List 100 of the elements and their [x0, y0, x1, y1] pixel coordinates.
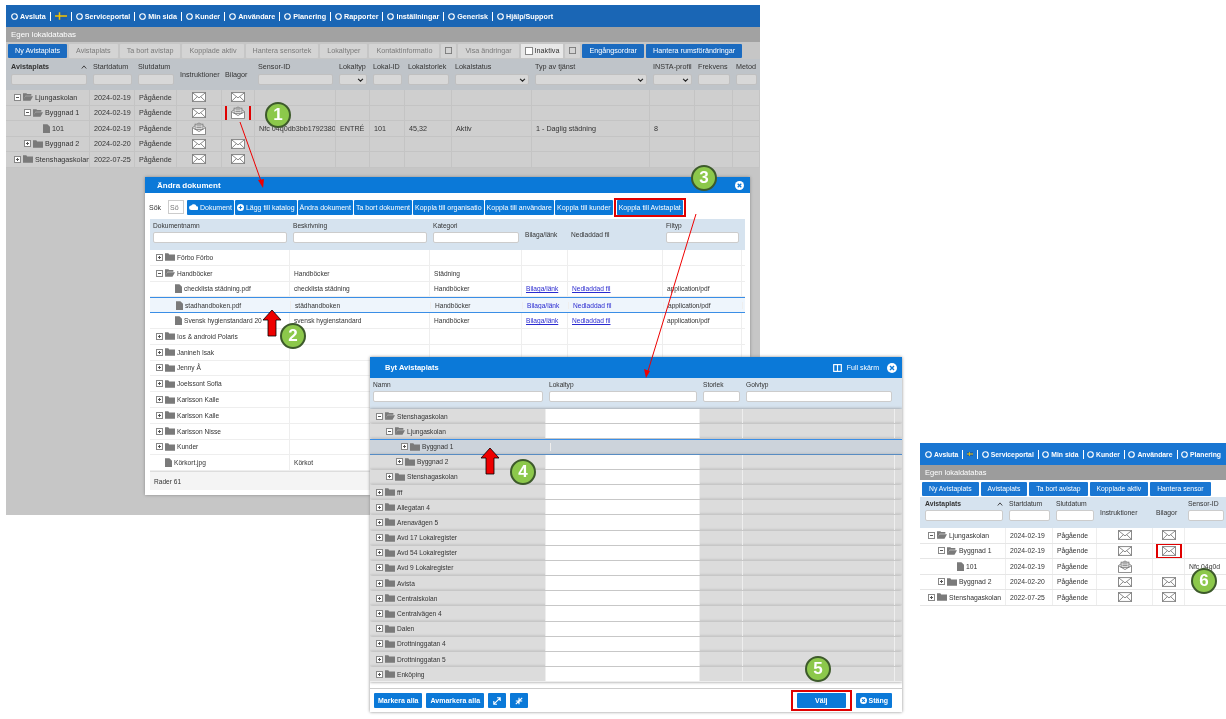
expand-toggle-icon[interactable] — [156, 348, 163, 356]
file-icon — [165, 458, 172, 468]
filter-field[interactable] — [293, 232, 427, 243]
columns-icon[interactable] — [832, 363, 842, 372]
expand-toggle-icon[interactable] — [376, 518, 383, 526]
ring-icon — [186, 12, 193, 20]
plus-circle-icon — [236, 203, 244, 211]
dialog-title: Ändra dokument — [157, 180, 221, 190]
expand-toggle-icon[interactable] — [14, 155, 21, 163]
expand-toggle-icon[interactable] — [156, 380, 163, 388]
envelope-icon[interactable] — [231, 92, 245, 103]
square-icon — [445, 47, 453, 54]
expand-toggle-icon[interactable] — [376, 655, 383, 663]
envelope-icon[interactable] — [1117, 576, 1132, 587]
expand-arrows-icon — [493, 696, 502, 705]
collapse-toggle-icon[interactable] — [24, 109, 31, 117]
filter-field[interactable] — [1009, 510, 1050, 521]
open-envelope-icon[interactable] — [231, 106, 245, 120]
filter-field[interactable] — [153, 232, 287, 243]
envelope-icon[interactable] — [1161, 530, 1176, 541]
expand-toggle-icon[interactable] — [401, 443, 408, 451]
filter-field[interactable] — [258, 74, 333, 85]
ring-icon — [448, 12, 456, 20]
collapse-all-button[interactable] — [510, 693, 529, 708]
collapse-toggle-icon[interactable] — [14, 93, 21, 101]
expand-toggle-icon[interactable] — [156, 443, 163, 451]
checkbox[interactable] — [524, 46, 533, 55]
open-envelope-icon[interactable] — [1117, 559, 1132, 573]
filter-field[interactable] — [666, 232, 739, 243]
collapse-toggle-icon[interactable] — [938, 547, 945, 555]
filter-field[interactable] — [736, 74, 757, 85]
close-icon — [859, 697, 867, 704]
expand-toggle-icon[interactable] — [156, 411, 163, 419]
filter-dropdown[interactable] — [339, 74, 367, 85]
envelope-icon[interactable] — [192, 107, 206, 118]
expand-toggle-icon[interactable] — [376, 564, 383, 572]
envelope-icon[interactable] — [192, 92, 206, 103]
file-icon — [957, 561, 964, 571]
ring-icon — [387, 12, 395, 20]
envelope-icon[interactable] — [192, 154, 206, 165]
filter-field[interactable] — [373, 74, 402, 85]
filter-field[interactable] — [11, 74, 87, 85]
expand-toggle-icon[interactable] — [376, 549, 383, 557]
filter-field[interactable] — [373, 391, 543, 402]
filter-field[interactable] — [1188, 510, 1224, 521]
close-icon[interactable] — [735, 180, 744, 190]
expand-toggle-icon[interactable] — [156, 253, 163, 261]
expand-toggle-icon[interactable] — [386, 473, 393, 481]
collapse-toggle-icon[interactable] — [386, 427, 393, 435]
expand-all-button[interactable] — [488, 693, 507, 708]
expand-toggle-icon[interactable] — [376, 640, 383, 648]
expand-toggle-icon[interactable] — [24, 140, 31, 148]
filter-field[interactable] — [925, 510, 1003, 521]
expand-toggle-icon[interactable] — [376, 579, 383, 587]
envelope-icon[interactable] — [231, 154, 245, 165]
expand-toggle-icon[interactable] — [376, 625, 383, 633]
collapse-toggle-icon[interactable] — [928, 531, 935, 539]
collapse-toggle-icon[interactable] — [156, 269, 163, 277]
expand-toggle-icon[interactable] — [396, 458, 403, 466]
filter-field[interactable] — [698, 74, 730, 85]
expand-toggle-icon[interactable] — [376, 670, 383, 678]
envelope-icon[interactable] — [1117, 530, 1132, 541]
expand-toggle-icon[interactable] — [938, 578, 945, 586]
ring-icon — [284, 12, 292, 20]
filter-field[interactable] — [549, 391, 697, 402]
open-envelope-icon[interactable] — [192, 121, 206, 135]
envelope-icon[interactable] — [1161, 592, 1176, 603]
collapse-toggle-icon[interactable] — [376, 412, 383, 420]
expand-toggle-icon[interactable] — [156, 364, 163, 372]
swedish-flag-icon[interactable] — [54, 12, 67, 20]
filter-field[interactable] — [408, 74, 449, 85]
expand-toggle-icon[interactable] — [376, 488, 383, 496]
filter-field[interactable] — [1056, 510, 1094, 521]
swedish-flag-icon[interactable] — [966, 450, 974, 458]
filter-field[interactable] — [746, 391, 892, 402]
filter-field[interactable] — [433, 232, 519, 243]
square-icon — [569, 47, 577, 54]
envelope-icon[interactable] — [1161, 576, 1176, 587]
expand-toggle-icon[interactable] — [156, 332, 163, 340]
envelope-icon[interactable] — [1117, 545, 1132, 556]
expand-toggle-icon[interactable] — [156, 427, 163, 435]
envelope-icon[interactable] — [1117, 592, 1132, 603]
expand-toggle-icon[interactable] — [376, 610, 383, 618]
ring-icon — [139, 12, 147, 20]
filter-field[interactable] — [93, 74, 132, 85]
envelope-icon[interactable] — [1161, 545, 1176, 556]
up-arrow-icon — [262, 309, 282, 337]
ring-icon — [1181, 450, 1189, 458]
expand-toggle-icon[interactable] — [928, 593, 935, 601]
ring-icon — [496, 12, 504, 20]
expand-toggle-icon[interactable] — [376, 594, 383, 602]
expand-toggle-icon[interactable] — [156, 396, 163, 404]
envelope-icon[interactable] — [231, 138, 245, 149]
filter-field[interactable] — [138, 74, 174, 85]
expand-toggle-icon[interactable] — [376, 534, 383, 542]
filter-field[interactable] — [703, 391, 740, 402]
expand-toggle-icon[interactable] — [376, 503, 383, 511]
close-icon[interactable] — [887, 362, 897, 373]
envelope-icon[interactable] — [192, 138, 206, 149]
ring-icon — [1128, 450, 1136, 458]
